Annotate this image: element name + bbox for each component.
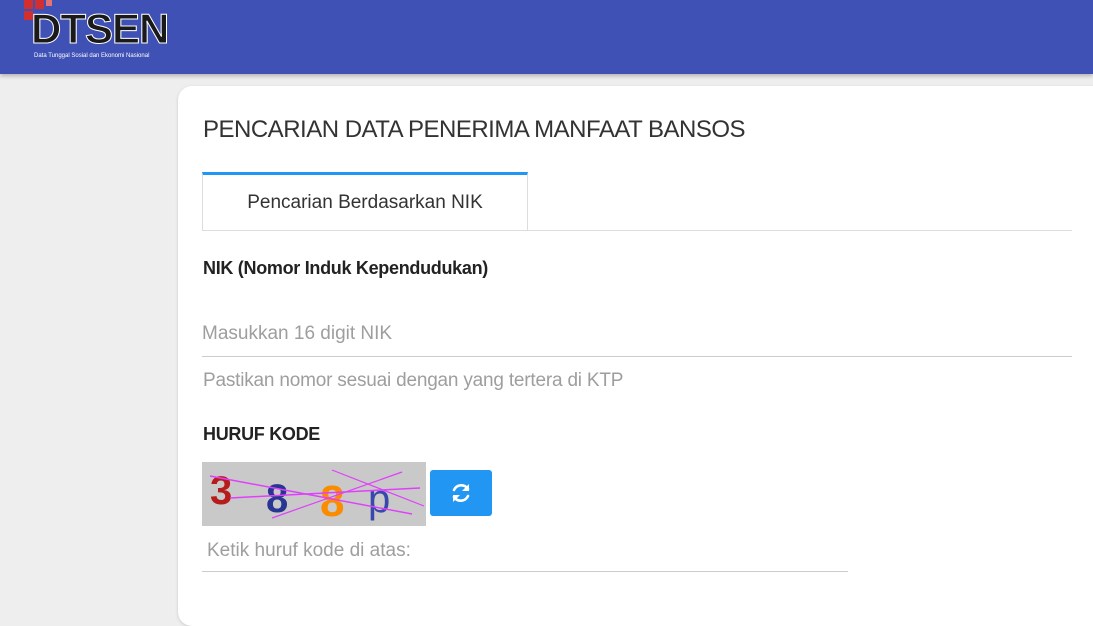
refresh-icon — [452, 484, 470, 502]
dtsen-logo[interactable]: DTSEN Data Tunggal Sosial dan Ekonomi Na… — [22, 0, 184, 64]
tab-nik-search-label: Pencarian Berdasarkan NIK — [247, 191, 483, 213]
captcha-char-1: 3 — [210, 469, 232, 513]
nik-help-text: Pastikan nomor sesuai dengan yang terter… — [203, 370, 624, 391]
captcha-graphic: 3 8 8 p — [202, 462, 426, 526]
app-header: DTSEN Data Tunggal Sosial dan Ekonomi Na… — [0, 0, 1093, 74]
logo-text: DTSEN — [30, 5, 169, 52]
logo-tagline: Data Tunggal Sosial dan Ekonomi Nasional — [34, 53, 150, 59]
captcha-char-4: p — [368, 477, 390, 521]
tab-bar: Pencarian Berdasarkan NIK — [202, 172, 1072, 231]
nik-label: NIK (Nomor Induk Kependudukan) — [203, 258, 488, 278]
search-card: PENCARIAN DATA PENERIMA MANFAAT BANSOS P… — [178, 86, 1093, 626]
page-title: PENCARIAN DATA PENERIMA MANFAAT BANSOS — [203, 116, 746, 143]
captcha-char-3: 8 — [320, 477, 344, 526]
captcha-input[interactable] — [202, 530, 848, 572]
captcha-char-2: 8 — [266, 477, 288, 521]
tab-nik-search[interactable]: Pencarian Berdasarkan NIK — [202, 172, 528, 230]
kode-label: HURUF KODE — [203, 424, 320, 444]
refresh-captcha-button[interactable] — [430, 470, 492, 516]
captcha-image: 3 8 8 p — [202, 462, 426, 526]
nik-input[interactable] — [202, 312, 1072, 357]
